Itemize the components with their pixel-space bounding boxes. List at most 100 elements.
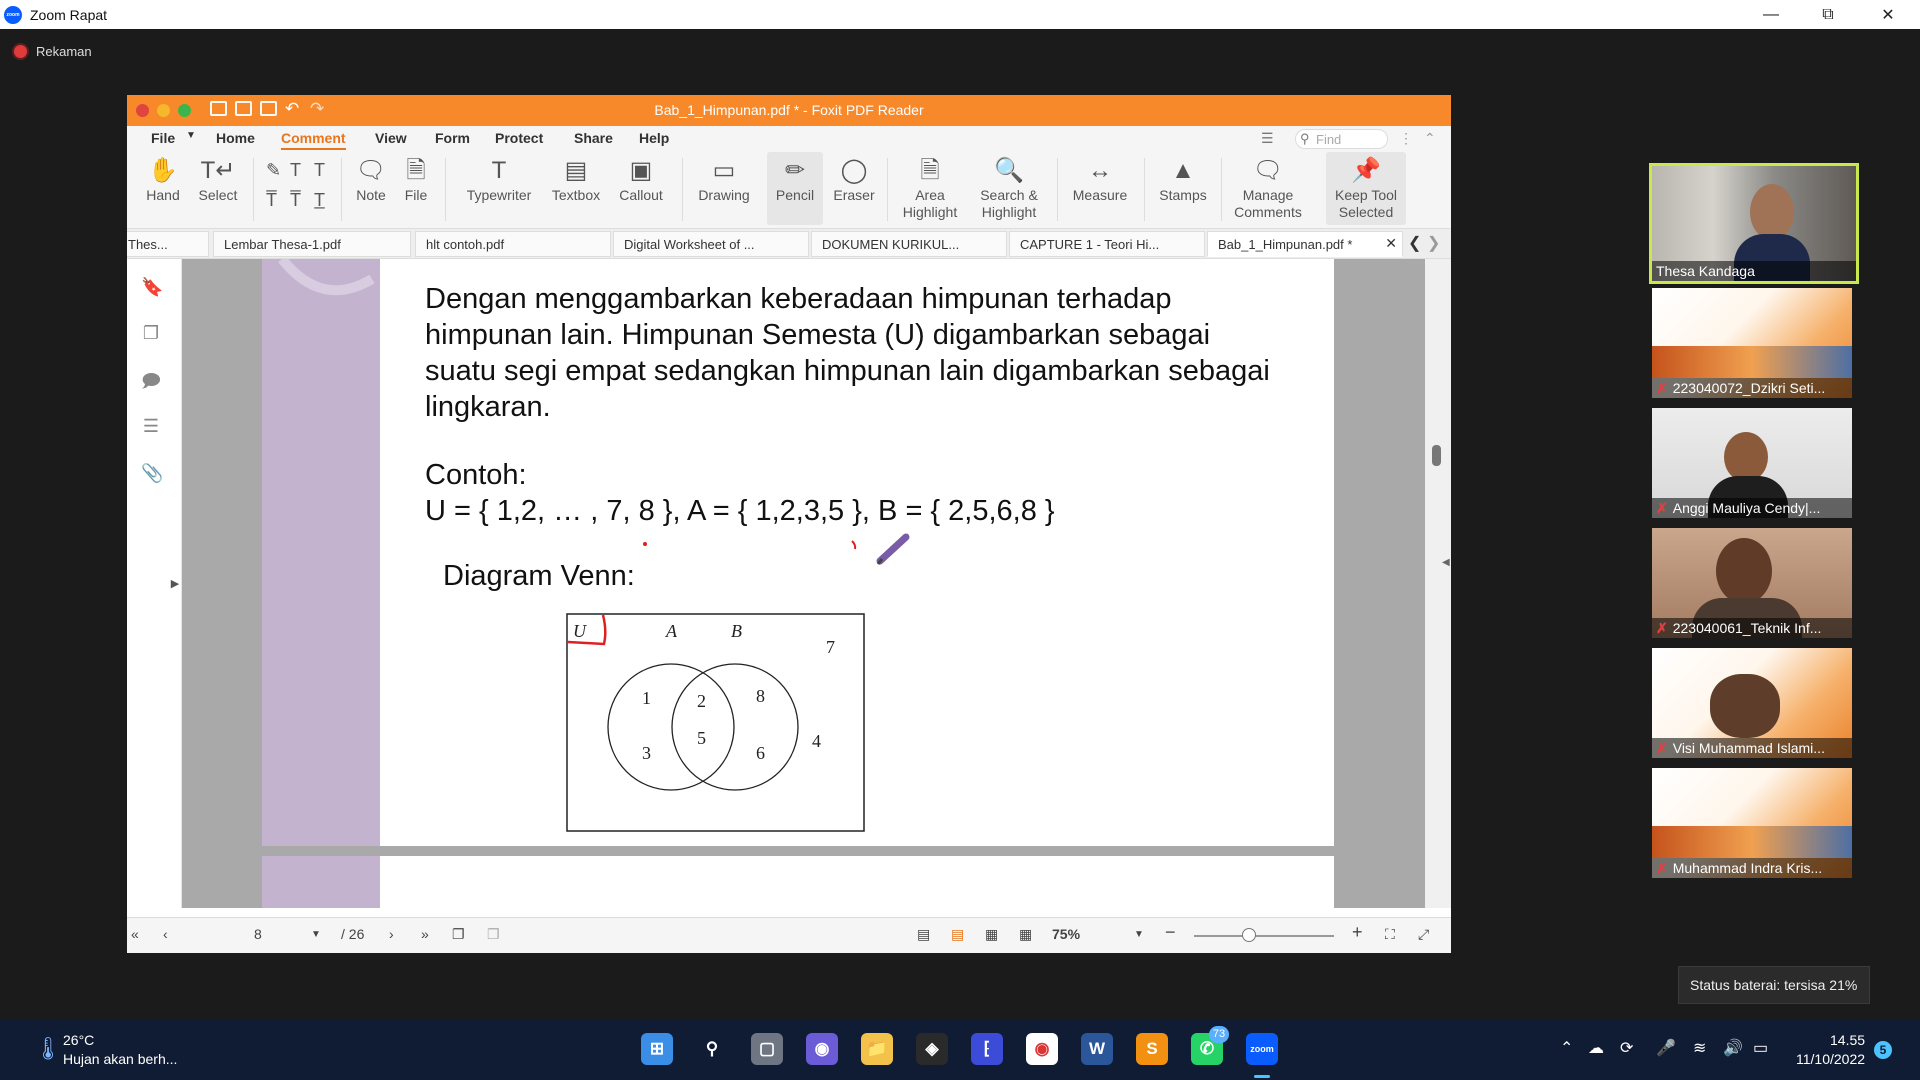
note-tool[interactable]: 🗨 Note bbox=[350, 152, 392, 225]
zoom-slider[interactable] bbox=[1194, 935, 1334, 937]
more-icon[interactable]: ⋮ bbox=[1399, 130, 1413, 147]
zoom-in-icon[interactable]: + bbox=[1352, 922, 1363, 943]
keep-tool-selected[interactable]: 📌 Keep Tool Selected bbox=[1326, 152, 1406, 225]
next-page-icon[interactable]: › bbox=[389, 926, 394, 942]
insert-text-icon[interactable]: T̲ bbox=[314, 190, 325, 211]
sublime-icon[interactable]: S bbox=[1136, 1033, 1168, 1065]
drawing-tool[interactable]: ▭ Drawing bbox=[693, 152, 755, 225]
teams-chat-icon[interactable]: ◉ bbox=[806, 1033, 838, 1065]
clock-time[interactable]: 14.55 bbox=[1830, 1032, 1865, 1048]
last-page-icon[interactable]: » bbox=[421, 926, 429, 942]
participant-video[interactable]: ✗ Visi Muhammad Islami... bbox=[1652, 648, 1852, 758]
paste-icon[interactable]: ❐ bbox=[487, 926, 500, 943]
menu-view[interactable]: View bbox=[375, 130, 407, 146]
strikeout-icon[interactable]: T̅ bbox=[266, 190, 277, 211]
battery-icon[interactable]: ▭ bbox=[1753, 1038, 1768, 1058]
typewriter-tool[interactable]: T Typewriter bbox=[459, 152, 539, 225]
facing-view-icon[interactable]: ▦ bbox=[985, 926, 998, 943]
participant-video[interactable]: ✗ 223040061_Teknik Inf... bbox=[1652, 528, 1852, 638]
wifi-icon[interactable]: ≋ bbox=[1693, 1038, 1706, 1058]
participant-video[interactable]: Thesa Kandaga bbox=[1649, 163, 1859, 284]
search-icon[interactable]: ⚲ bbox=[696, 1033, 728, 1065]
chrome-icon[interactable]: ◉ bbox=[1026, 1033, 1058, 1065]
tab-scroll-left-icon[interactable]: ❮ bbox=[1408, 233, 1421, 253]
comments-icon[interactable]: 🗩 bbox=[141, 369, 161, 391]
zoom-slider-handle[interactable] bbox=[1242, 928, 1256, 942]
menu-comment[interactable]: Comment bbox=[281, 130, 346, 150]
continuous-facing-view-icon[interactable]: ▦ bbox=[1019, 926, 1032, 943]
participant-video[interactable]: ✗ 223040072_Dzikri Seti... bbox=[1652, 288, 1852, 398]
squiggly-icon[interactable]: T bbox=[314, 160, 325, 181]
onedrive-icon[interactable]: ☁ bbox=[1588, 1038, 1604, 1058]
layers-icon[interactable]: ☰ bbox=[141, 416, 161, 438]
word-icon[interactable]: W bbox=[1081, 1033, 1113, 1065]
file-explorer-icon[interactable]: 📁 bbox=[861, 1033, 893, 1065]
weather-icon[interactable]: 🌡 bbox=[34, 1036, 62, 1062]
fullscreen-icon[interactable]: ⤢ bbox=[1418, 926, 1429, 943]
measure-tool[interactable]: ↔ Measure bbox=[1065, 152, 1135, 225]
zoom-out-icon[interactable]: − bbox=[1165, 922, 1176, 943]
page-dropdown-icon[interactable]: ▼ bbox=[311, 929, 321, 940]
weather-description[interactable]: Hujan akan berh... bbox=[63, 1051, 177, 1067]
pencil-tool[interactable]: ✏ Pencil bbox=[767, 152, 823, 225]
continuous-view-icon[interactable]: ▤ bbox=[951, 926, 964, 943]
menu-file[interactable]: File bbox=[151, 130, 175, 146]
file-attach-tool[interactable]: 🗎 File bbox=[397, 152, 435, 225]
doc-tab[interactable]: hlt contoh.pdf bbox=[415, 231, 611, 257]
manage-comments-tool[interactable]: 🗨 Manage Comments bbox=[1227, 152, 1309, 225]
notification-badge[interactable]: 5 bbox=[1874, 1041, 1892, 1059]
sync-icon[interactable]: ⟳ bbox=[1620, 1038, 1633, 1058]
copy-icon[interactable]: ❐ bbox=[452, 926, 465, 943]
app-icon[interactable]: ◈ bbox=[916, 1033, 948, 1065]
doc-tab-active[interactable]: Bab_1_Himpunan.pdf * ✕ bbox=[1207, 231, 1403, 257]
scroll-thumb[interactable] bbox=[1432, 445, 1441, 466]
volume-icon[interactable]: 🔊 bbox=[1723, 1038, 1743, 1058]
editor-app-icon[interactable]: ⁅ bbox=[971, 1033, 1003, 1065]
doc-tab[interactable]: Digital Worksheet of ... bbox=[613, 231, 809, 257]
zoom-app-icon[interactable]: zoom bbox=[1246, 1033, 1278, 1065]
select-tool[interactable]: T↵ Select bbox=[192, 152, 244, 225]
menu-help[interactable]: Help bbox=[639, 130, 669, 146]
pages-icon[interactable]: ❐ bbox=[141, 323, 161, 345]
participant-video[interactable]: ✗ Muhammad Indra Kris... bbox=[1652, 768, 1852, 878]
attachment-icon[interactable]: 📎 bbox=[141, 463, 163, 485]
doc-tab[interactable]: Thes... bbox=[127, 231, 209, 257]
textbox-tool[interactable]: ▤ Textbox bbox=[545, 152, 607, 225]
eraser-tool[interactable]: ◯ Eraser bbox=[828, 152, 880, 225]
fit-page-icon[interactable]: ⛶ bbox=[1385, 926, 1395, 943]
first-page-icon[interactable]: « bbox=[131, 926, 139, 942]
previous-page-icon[interactable]: ‹ bbox=[163, 926, 168, 942]
area-highlight-tool[interactable]: 🗎 Area Highlight bbox=[895, 152, 965, 225]
single-page-view-icon[interactable]: ▤ bbox=[917, 926, 930, 943]
page-number-input[interactable]: 8 bbox=[254, 926, 262, 942]
callout-tool[interactable]: ▣ Callout bbox=[613, 152, 669, 225]
doc-tab[interactable]: DOKUMEN KURIKUL... bbox=[811, 231, 1007, 257]
show-hidden-icons-icon[interactable]: ⌃ bbox=[1560, 1038, 1573, 1058]
tab-scroll-right-icon[interactable]: ❯ bbox=[1427, 233, 1440, 253]
task-view-icon[interactable]: ▢ bbox=[751, 1033, 783, 1065]
document-canvas[interactable]: Dengan menggambarkan keberadaan himpunan… bbox=[182, 259, 1425, 908]
menu-share[interactable]: Share bbox=[574, 130, 613, 146]
bookmark-icon[interactable]: 🔖 bbox=[141, 277, 163, 299]
close-tab-icon[interactable]: ✕ bbox=[1385, 235, 1397, 252]
vertical-scrollbar[interactable]: ◀ bbox=[1425, 259, 1451, 908]
participant-video[interactable]: ✗ Anggi Mauliya Cendy|... bbox=[1652, 408, 1852, 518]
minimize-button[interactable]: — bbox=[1748, 0, 1794, 29]
collapse-right-panel-icon[interactable]: ◀ bbox=[1442, 557, 1450, 568]
doc-tab[interactable]: CAPTURE 1 - Teori Hi... bbox=[1009, 231, 1205, 257]
underline-icon[interactable]: T bbox=[290, 160, 301, 181]
start-icon[interactable]: ⊞ bbox=[641, 1033, 673, 1065]
hand-tool[interactable]: ✋ Hand bbox=[139, 152, 187, 225]
find-input[interactable]: ⚲ Find bbox=[1295, 129, 1388, 149]
restore-button[interactable]: ⧉ bbox=[1805, 0, 1851, 29]
search-options-icon[interactable]: ☰ bbox=[1261, 130, 1274, 147]
collapse-ribbon-icon[interactable]: ⌃ bbox=[1424, 130, 1436, 147]
clock-date[interactable]: 11/10/2022 bbox=[1796, 1051, 1865, 1067]
menu-protect[interactable]: Protect bbox=[495, 130, 543, 146]
replace-text-icon[interactable]: T̅ bbox=[290, 190, 301, 211]
close-button[interactable]: ✕ bbox=[1865, 0, 1911, 29]
menu-form[interactable]: Form bbox=[435, 130, 470, 146]
microphone-icon[interactable]: 🎤 bbox=[1656, 1038, 1676, 1058]
highlight-icon[interactable]: ✎ bbox=[266, 160, 281, 181]
menu-home[interactable]: Home bbox=[216, 130, 255, 146]
